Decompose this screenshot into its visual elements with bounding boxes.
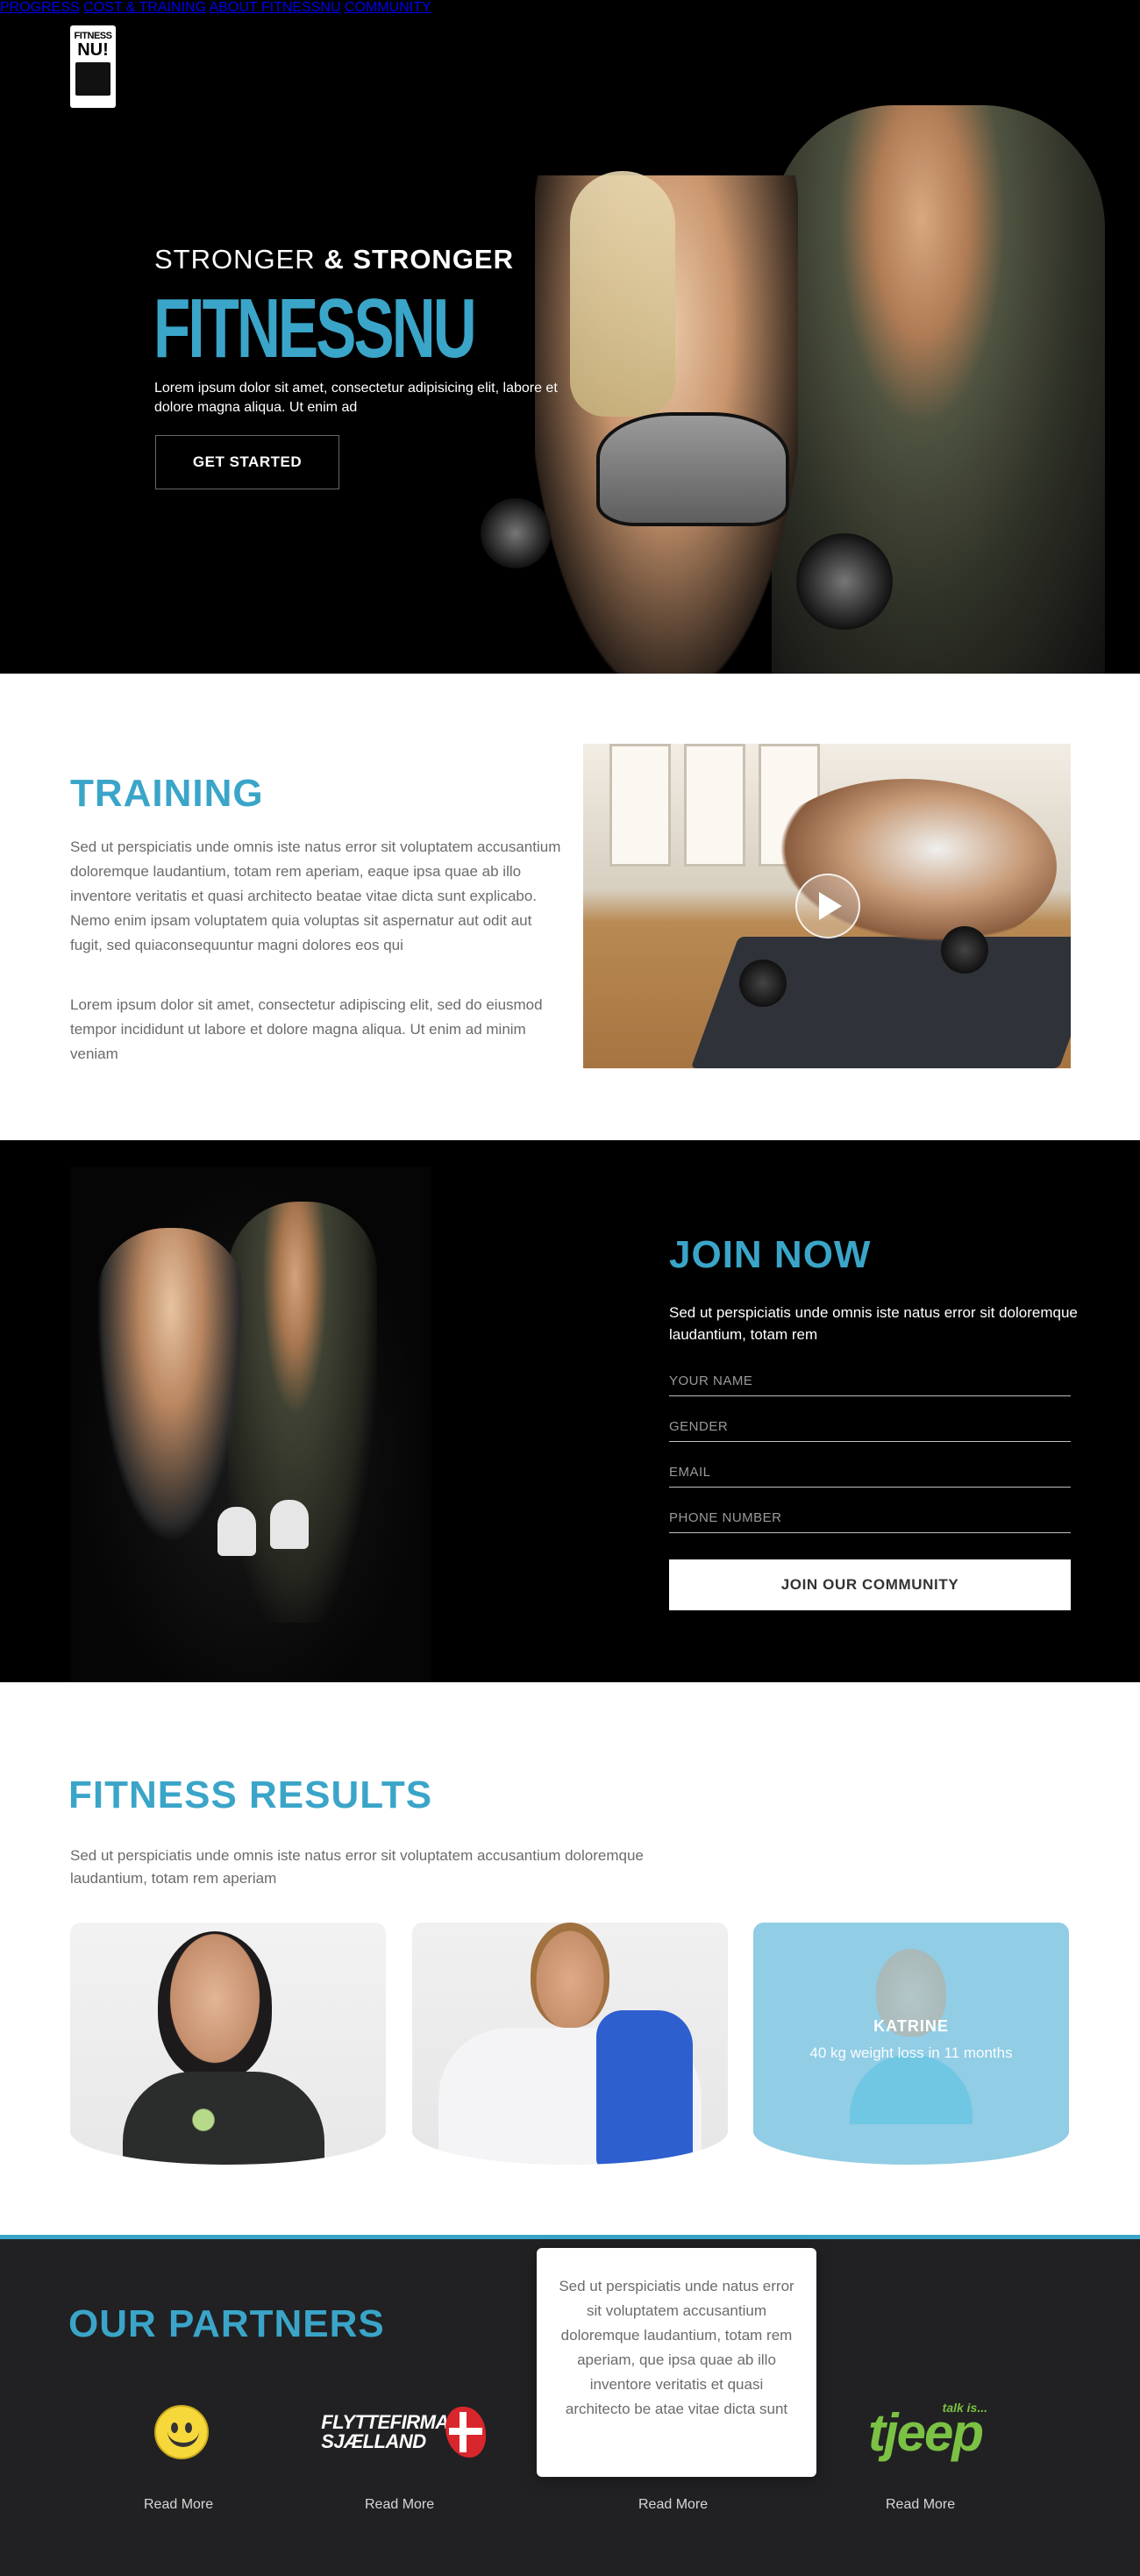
tjeep-logo-text: tjeep talk is... — [867, 2400, 988, 2462]
dumbbell-icon — [796, 533, 893, 630]
logo-emblem-icon — [75, 62, 110, 96]
couple-photo — [70, 1167, 431, 1682]
phone-field[interactable] — [669, 1503, 1071, 1533]
join-man-figure — [228, 1202, 377, 1623]
hero-subtitle: STRONGER & STRONGER — [154, 244, 514, 275]
email-field[interactable] — [669, 1458, 1071, 1488]
result-card-top — [123, 2072, 324, 2165]
gym-window — [609, 744, 671, 867]
nav-item-community[interactable]: COMMUNITY — [345, 0, 431, 15]
hero-subtitle-light: STRONGER — [154, 244, 316, 275]
result-card[interactable] — [70, 1923, 386, 2165]
partner-logo-smiley[interactable] — [149, 2397, 214, 2467]
result-card-towel — [596, 2010, 693, 2165]
partner-popup: Sed ut perspiciatis unde natus error sit… — [537, 2248, 816, 2477]
get-started-button[interactable]: GET STARTED — [155, 435, 339, 489]
danish-flag-icon — [445, 2407, 486, 2458]
name-field[interactable] — [669, 1366, 1071, 1396]
hero-title: FITNESSNU — [153, 282, 477, 375]
join-title: JOIN NOW — [669, 1233, 872, 1276]
join-section: JOIN NOW Sed ut perspiciatis unde omnis … — [0, 1140, 1140, 1682]
sneaker — [217, 1507, 256, 1556]
result-card-overlay: KATRINE 40 kg weight loss in 11 months — [753, 1923, 1069, 2165]
join-woman-figure — [96, 1228, 246, 1544]
flyttefirma-line1: FLYTTEFIRMA — [321, 2411, 449, 2433]
exercise-mat — [690, 937, 1071, 1068]
hero-description: Lorem ipsum dolor sit amet, consectetur … — [154, 381, 558, 415]
result-card-face — [158, 1931, 272, 2080]
join-community-button[interactable]: JOIN OUR COMMUNITY — [669, 1559, 1071, 1610]
join-description: Sed ut perspiciatis unde omnis iste natu… — [669, 1304, 1078, 1343]
hero-sports-bra — [596, 412, 789, 526]
partner-logo-tjeep[interactable]: tjeep talk is... — [859, 2397, 991, 2467]
logo-text-main: NU! — [77, 40, 109, 60]
partner-logo-flyttefirma[interactable]: FLYTTEFIRMA SJÆLLAND — [316, 2397, 491, 2467]
dumbbell-icon — [941, 926, 988, 974]
training-paragraph: Sed ut perspiciatis unde omnis iste natu… — [70, 838, 561, 953]
hero-subtitle-bold: & STRONGER — [324, 244, 514, 275]
partners-title: OUR PARTNERS — [68, 2302, 385, 2345]
gym-window — [684, 744, 745, 867]
main-nav: PROGRESS COST & TRAINING ABOUT FITNESSNU… — [0, 0, 1140, 16]
gender-field[interactable] — [669, 1412, 1071, 1442]
training-title: TRAINING — [70, 772, 264, 815]
result-card-face — [531, 1923, 609, 2028]
nav-item-about[interactable]: ABOUT FITNESSNU — [210, 0, 341, 15]
partner-popup-text: Sed ut perspiciatis unde natus error sit… — [559, 2278, 794, 2417]
dumbbell-icon — [739, 960, 787, 1007]
hero-woman-hair — [570, 171, 675, 417]
dumbbell-icon — [481, 498, 551, 568]
play-icon[interactable] — [795, 874, 860, 938]
result-card-meta: 40 kg weight loss in 11 months — [809, 2044, 1013, 2061]
tjeep-tagline: talk is... — [942, 2400, 988, 2415]
read-more-link[interactable]: Read More — [638, 2497, 708, 2513]
result-card[interactable] — [412, 1923, 728, 2165]
results-description: Sed ut perspiciatis unde omnis iste natu… — [70, 1847, 644, 1887]
read-more-link[interactable]: Read More — [886, 2497, 955, 2513]
read-more-link[interactable]: Read More — [365, 2497, 434, 2513]
training-video[interactable] — [583, 744, 1071, 1068]
training-paragraph: Lorem ipsum dolor sit amet, consectetur … — [70, 996, 543, 1062]
nav-item-progress[interactable]: PROGRESS — [0, 0, 80, 15]
results-title: FITNESS RESULTS — [68, 1773, 433, 1816]
sneaker — [270, 1500, 309, 1549]
hero-section: FITNESS NU! PROGRESS COST & TRAINING ABO… — [0, 0, 1140, 674]
result-card-name: KATRINE — [873, 2016, 949, 2035]
result-card-katrine[interactable]: KATRINE 40 kg weight loss in 11 months — [753, 1923, 1069, 2165]
nav-item-cost-training[interactable]: COST & TRAINING — [83, 0, 206, 15]
smiley-icon — [154, 2405, 209, 2459]
flyttefirma-line2: SJÆLLAND — [321, 2430, 426, 2452]
fitnessnu-logo[interactable]: FITNESS NU! — [70, 25, 116, 108]
read-more-link[interactable]: Read More — [144, 2497, 213, 2513]
